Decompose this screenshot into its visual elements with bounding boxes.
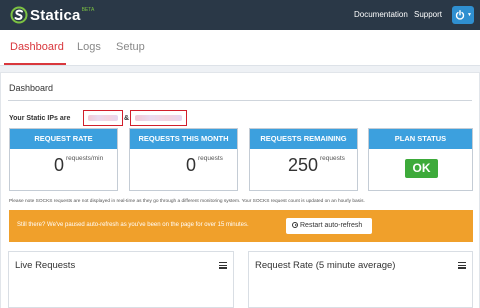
button-label: Restart auto-refresh [300, 222, 363, 229]
card-value: 0 [54, 155, 65, 175]
tab-logs[interactable]: Logs [77, 41, 101, 53]
play-circle-icon [292, 222, 298, 228]
menu-icon[interactable] [219, 262, 227, 269]
request-rate-card: Request Rate 0 requests/min [9, 128, 118, 191]
redacted-ip [135, 115, 182, 121]
tab-setup[interactable]: Setup [116, 41, 145, 53]
redacted-ip [88, 115, 118, 121]
static-ips-label: Your Static IPs are [9, 115, 71, 122]
card-title: Plan Status [369, 129, 472, 149]
brand-tag: BETA [81, 7, 95, 13]
requests-remaining-card: Requests Remaining 250 requests [249, 128, 358, 191]
power-icon [455, 10, 465, 20]
panel-title: Request Rate (5 minute average) [255, 260, 396, 271]
card-value: 0 [186, 155, 197, 175]
card-unit: requests [198, 155, 223, 162]
panel-title: Live Requests [15, 260, 76, 271]
page-title: Dashboard [9, 83, 54, 93]
tab-dashboard[interactable]: Dashboard [10, 41, 64, 53]
card-value: 250 [288, 155, 319, 175]
card-title: Requests This Month [130, 129, 237, 149]
top-navbar: Statica BETA Documentation Support ▼ [0, 0, 480, 30]
card-title: Requests Remaining [250, 129, 357, 149]
tab-bar: Dashboard Logs Setup [0, 30, 480, 66]
static-ip-2[interactable] [130, 110, 187, 126]
status-badge: OK [405, 159, 438, 178]
card-title: Request Rate [10, 129, 117, 149]
ip-separator: & [124, 115, 130, 122]
caret-down-icon: ▼ [467, 12, 472, 18]
auto-refresh-alert: Still there? We've paused auto-refresh a… [9, 210, 473, 242]
card-unit: requests/min [66, 155, 104, 162]
brand-name: Statica [30, 6, 81, 24]
divider [8, 100, 472, 101]
support-link[interactable]: Support [414, 10, 442, 19]
request-rate-panel: Request Rate (5 minute average) [248, 251, 473, 308]
statica-logo[interactable]: Statica BETA [10, 5, 94, 25]
requests-this-month-card: Requests This Month 0 requests [129, 128, 238, 191]
documentation-link[interactable]: Documentation [354, 10, 408, 19]
card-unit: requests [320, 155, 345, 162]
plan-status-card: Plan Status OK [368, 128, 473, 191]
account-menu-button[interactable]: ▼ [452, 6, 474, 24]
live-requests-panel: Live Requests [8, 251, 234, 308]
restart-auto-refresh-button[interactable]: Restart auto-refresh [286, 218, 372, 234]
menu-icon[interactable] [458, 262, 466, 269]
static-ip-1[interactable] [83, 110, 123, 126]
active-tab-indicator [4, 63, 66, 65]
statica-logo-icon [10, 6, 28, 24]
socks-note: Please note SOCKS requests are not displ… [9, 199, 365, 204]
alert-message: Still there? We've paused auto-refresh a… [17, 222, 249, 228]
